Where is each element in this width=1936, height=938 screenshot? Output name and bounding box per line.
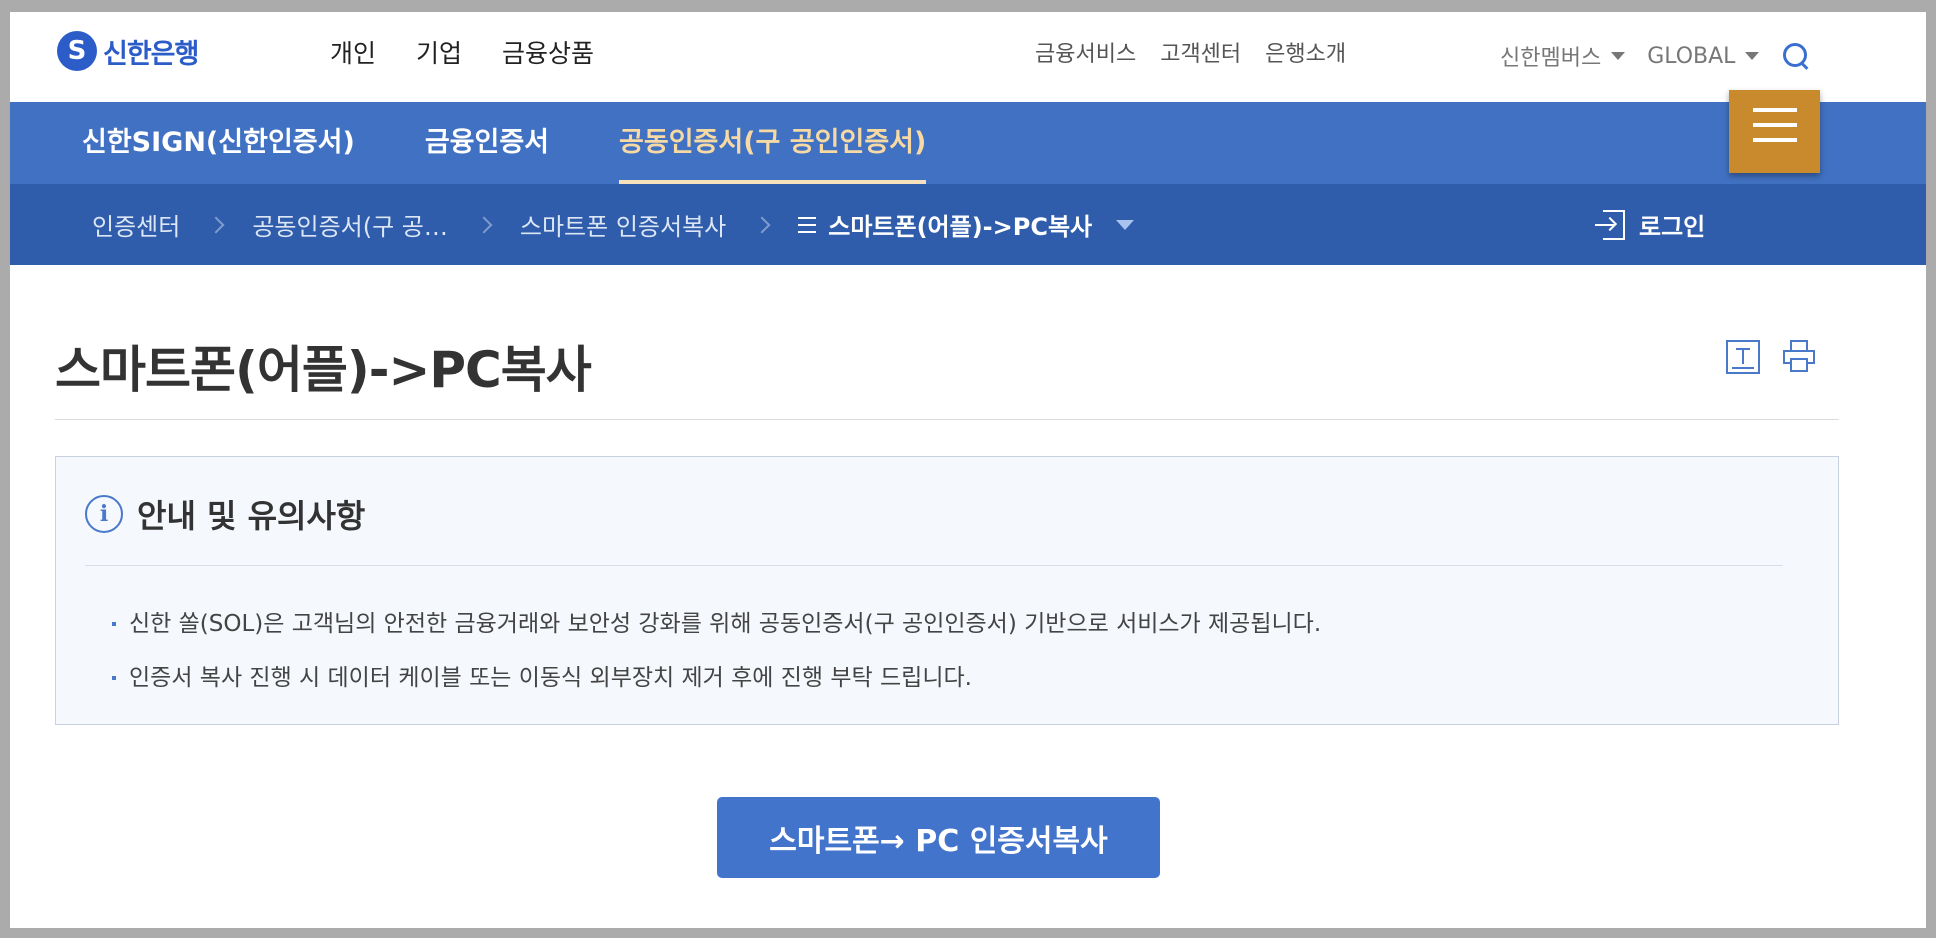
notice-divider bbox=[85, 565, 1783, 566]
main-nav: 개인 기업 금융상품 bbox=[330, 34, 594, 70]
breadcrumb-current-dropdown[interactable]: 스마트폰(어플)->PC복사 bbox=[798, 207, 1135, 242]
breadcrumb-item-cert-center[interactable]: 인증센터 bbox=[92, 207, 180, 242]
tab-financial-certificate[interactable]: 금융인증서 bbox=[425, 102, 549, 184]
tab-joint-certificate[interactable]: 공동인증서(구 공인인증서) bbox=[619, 102, 927, 184]
login-button[interactable]: 로그인 bbox=[1595, 184, 1705, 265]
chevron-right-icon bbox=[475, 216, 493, 233]
members-label: 신한멤버스 bbox=[1500, 46, 1602, 71]
print-icon[interactable] bbox=[1782, 340, 1816, 374]
nav-item-products[interactable]: 금융상품 bbox=[502, 34, 594, 70]
phone-to-pc-copy-button[interactable]: 스마트폰→ PC 인증서복사 bbox=[717, 797, 1160, 878]
nav-item-personal[interactable]: 개인 bbox=[330, 34, 376, 70]
global-dropdown[interactable]: GLOBAL bbox=[1647, 43, 1760, 69]
page-title: 스마트폰(어플)->PC복사 bbox=[55, 341, 592, 399]
breadcrumb-item-phone-copy[interactable]: 스마트폰 인증서복사 bbox=[520, 207, 726, 242]
search-icon[interactable] bbox=[1781, 41, 1811, 71]
chevron-right-icon bbox=[753, 216, 771, 233]
nav-item-financial-services[interactable]: 금융서비스 bbox=[1035, 36, 1136, 68]
sub-nav-tabs: 신한SIGN(신한인증서) 금융인증서 공동인증서(구 공인인증서) bbox=[82, 102, 927, 184]
hamburger-menu-icon[interactable] bbox=[1729, 90, 1820, 173]
brand-name: 신한은행 bbox=[103, 38, 199, 70]
chevron-down-icon bbox=[1611, 52, 1626, 60]
breadcrumb: 인증센터 공동인증서(구 공… 스마트폰 인증서복사 스마트폰(어플)->PC복… bbox=[92, 184, 1135, 265]
members-dropdown[interactable]: 신한멤버스 bbox=[1500, 40, 1626, 72]
list-icon bbox=[798, 216, 817, 233]
title-divider bbox=[55, 419, 1839, 420]
global-label: GLOBAL bbox=[1647, 43, 1736, 69]
nav-item-bank-intro[interactable]: 은행소개 bbox=[1265, 36, 1346, 68]
sub-nav-bar: 신한SIGN(신한인증서) 금융인증서 공동인증서(구 공인인증서) bbox=[10, 102, 1926, 184]
breadcrumb-bar: 인증센터 공동인증서(구 공… 스마트폰 인증서복사 스마트폰(어플)->PC복… bbox=[10, 184, 1926, 265]
nav-item-corporate[interactable]: 기업 bbox=[416, 34, 462, 70]
page-tools bbox=[1726, 340, 1816, 374]
font-size-icon[interactable] bbox=[1726, 340, 1760, 374]
notice-box: i 안내 및 유의사항 신한 쏠(SOL)은 고객님의 안전한 금융거래와 보안… bbox=[55, 456, 1839, 725]
notice-list: 신한 쏠(SOL)은 고객님의 안전한 금융거래와 보안성 강화를 위해 공동인… bbox=[111, 597, 1321, 705]
nav-item-customer-center[interactable]: 고객센터 bbox=[1160, 36, 1241, 68]
breadcrumb-item-joint-cert[interactable]: 공동인증서(구 공… bbox=[252, 207, 448, 242]
utility-nav: 금융서비스 고객센터 은행소개 bbox=[1035, 36, 1346, 68]
login-label: 로그인 bbox=[1639, 213, 1706, 241]
notice-header: i 안내 및 유의사항 bbox=[85, 491, 365, 537]
breadcrumb-current-label: 스마트폰(어플)->PC복사 bbox=[828, 213, 1093, 241]
shinhan-logo-icon: S bbox=[57, 31, 97, 71]
page: S 신한은행 개인 기업 금융상품 금융서비스 고객센터 은행소개 신한멤버스 … bbox=[10, 12, 1926, 928]
brand-logo[interactable]: S 신한은행 bbox=[57, 31, 199, 71]
list-item: 인증서 복사 진행 시 데이터 케이블 또는 이동식 외부장치 제거 후에 진행… bbox=[111, 651, 1321, 705]
header-right: 신한멤버스 GLOBAL bbox=[1500, 40, 1811, 72]
login-icon bbox=[1595, 209, 1627, 240]
chevron-down-icon bbox=[1116, 219, 1135, 230]
chevron-down-icon bbox=[1745, 52, 1760, 60]
tab-shinhan-sign[interactable]: 신한SIGN(신한인증서) bbox=[82, 102, 355, 184]
info-icon: i bbox=[85, 495, 123, 533]
chevron-right-icon bbox=[207, 216, 225, 233]
notice-title: 안내 및 유의사항 bbox=[137, 497, 366, 535]
list-item: 신한 쏠(SOL)은 고객님의 안전한 금융거래와 보안성 강화를 위해 공동인… bbox=[111, 597, 1321, 651]
top-header: S 신한은행 개인 기업 금융상품 금융서비스 고객센터 은행소개 신한멤버스 … bbox=[10, 12, 1926, 102]
